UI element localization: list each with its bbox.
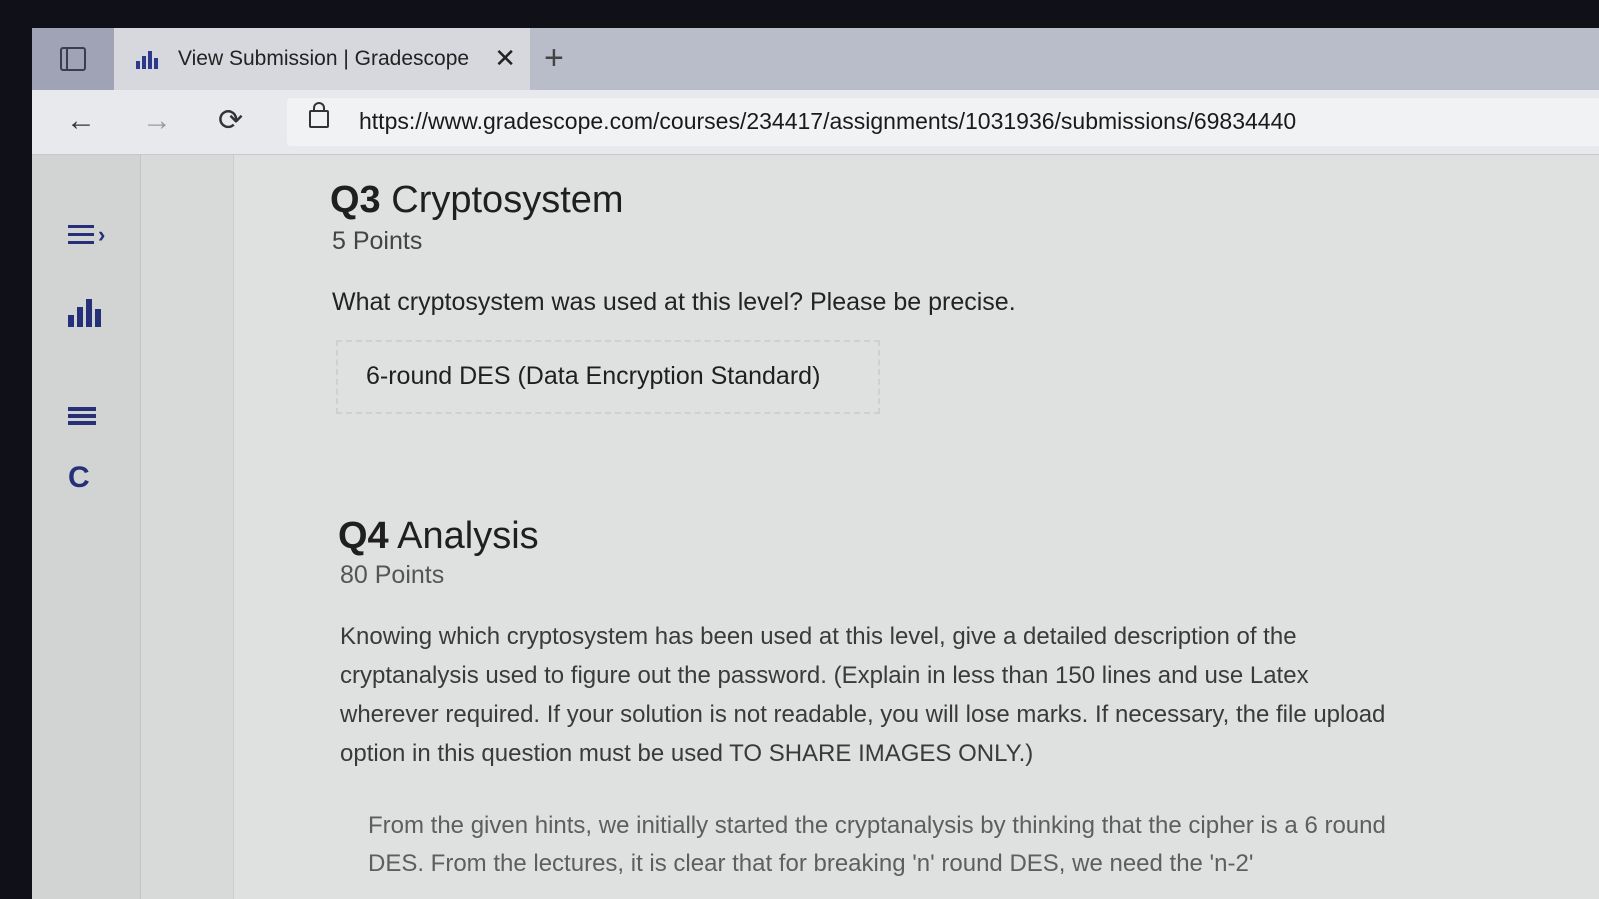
submission-content: Q3 Cryptosystem 5 Points What cryptosyst… [234, 155, 1599, 899]
q3-heading: Q3 Cryptosystem [330, 179, 624, 222]
regrade-icon[interactable]: C [68, 461, 90, 495]
expand-menu-icon[interactable]: › [68, 224, 110, 249]
q3-prompt: What cryptosystem was used at this level… [332, 288, 1016, 316]
list-icon[interactable] [68, 407, 98, 431]
q4-answer-excerpt: From the given hints, we initially start… [368, 812, 1386, 877]
tab-actions-icon [60, 47, 86, 71]
q3-answer-box: 6-round DES (Data Encryption Standard) [336, 340, 880, 414]
q4-prompt: Knowing which cryptosystem has been used… [340, 623, 1386, 767]
navigation-bar: ← → ⟳ https://www.gradescope.com/courses… [32, 90, 1599, 155]
sidebar-gutter [141, 155, 234, 899]
address-bar[interactable]: https://www.gradescope.com/courses/23441… [287, 98, 1599, 146]
browser-window: View Submission | Gradescope ✕ + ← → ⟳ h… [32, 28, 1599, 899]
tab-active[interactable]: View Submission | Gradescope ✕ [114, 28, 530, 90]
q4-points: 80 Points [340, 561, 445, 589]
left-sidebar: › C [32, 155, 141, 899]
back-arrow-icon[interactable]: ← [66, 104, 96, 138]
forward-arrow-icon[interactable]: → [142, 104, 172, 138]
reload-icon[interactable]: ⟳ [218, 104, 243, 138]
close-tab-icon[interactable]: ✕ [494, 44, 516, 72]
tab-title: View Submission | Gradescope [178, 47, 470, 70]
tab-actions-button[interactable] [32, 28, 114, 90]
q4-title: Analysis [397, 515, 539, 557]
new-tab-button[interactable]: + [544, 40, 564, 76]
q3-points: 5 Points [332, 227, 423, 255]
q3-title: Cryptosystem [391, 179, 624, 221]
q4-number: Q4 [338, 515, 389, 557]
lock-icon[interactable] [309, 102, 329, 128]
q3-number: Q3 [330, 179, 381, 221]
tab-bar: View Submission | Gradescope ✕ + [32, 28, 1599, 90]
statistics-icon[interactable] [68, 297, 104, 327]
gradescope-favicon-icon [136, 49, 158, 69]
q3-answer: 6-round DES (Data Encryption Standard) [366, 362, 821, 390]
q4-heading: Q4 Analysis [338, 515, 539, 558]
url-text[interactable]: https://www.gradescope.com/courses/23441… [359, 108, 1296, 135]
